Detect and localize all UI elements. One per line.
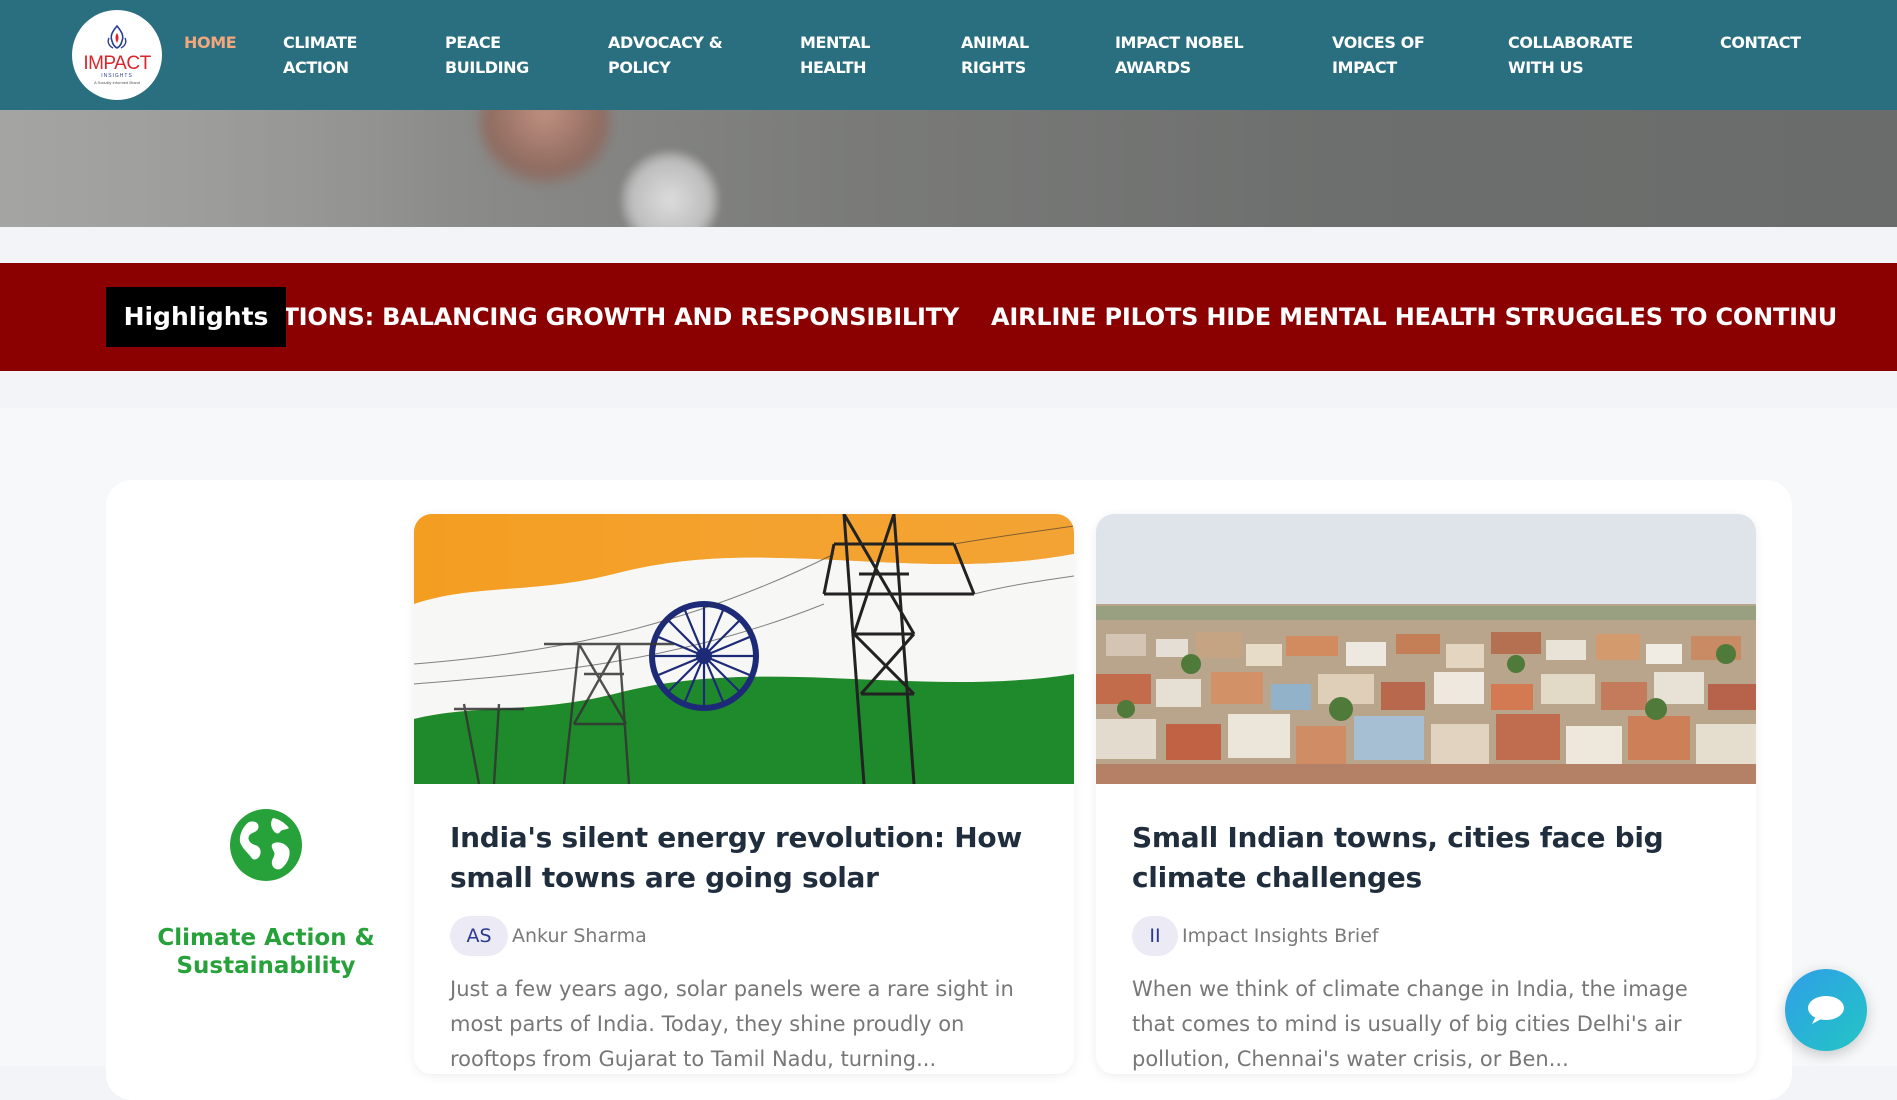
- nav-voices-of-impact[interactable]: VOICES OF IMPACT: [1332, 30, 1425, 80]
- article-image: [414, 514, 1074, 784]
- nav-peace-building[interactable]: PEACE BUILDING: [445, 30, 529, 80]
- nav-home[interactable]: HOME: [184, 30, 237, 55]
- ticker-item[interactable]: ATIONS: BALANCING GROWTH AND RESPONSIBIL…: [266, 263, 959, 371]
- article-card[interactable]: Small Indian towns, cities face big clim…: [1096, 514, 1756, 1074]
- hero-image: [0, 110, 1897, 227]
- article-title[interactable]: India's silent energy revolution: How sm…: [450, 818, 1038, 898]
- article-card[interactable]: India's silent energy revolution: How sm…: [414, 514, 1074, 1074]
- hero-shade: [0, 110, 450, 227]
- article-author: II Impact Insights Brief: [1132, 916, 1720, 956]
- highlights-ticker: Highlights ATIONS: BALANCING GROWTH AND …: [0, 263, 1897, 371]
- logo-wordmark: IMPACT: [83, 53, 151, 74]
- site-header: IMPACT INSIGHTS A Socially Informed Bran…: [0, 0, 1897, 110]
- nav-climate-action[interactable]: CLIMATE ACTION: [283, 30, 357, 80]
- hero-bulb: [620, 150, 720, 227]
- nav-impact-nobel-awards[interactable]: IMPACT NOBEL AWARDS: [1115, 30, 1244, 80]
- ticker-item[interactable]: AIRLINE PILOTS HIDE MENTAL HEALTH STRUGG…: [991, 263, 1837, 371]
- avatar: II: [1132, 916, 1178, 956]
- chat-bubble-icon: [1808, 996, 1844, 1024]
- nav-collaborate-with-us[interactable]: COLLABORATE WITH US: [1508, 30, 1633, 80]
- article-author: AS Ankur Sharma: [450, 916, 1038, 956]
- nav-advocacy-policy[interactable]: ADVOCACY & POLICY: [608, 30, 723, 80]
- avatar: AS: [450, 916, 508, 956]
- chat-button[interactable]: [1785, 969, 1867, 1051]
- category-label: Climate Action & Sustainability: [157, 925, 375, 979]
- nav-contact[interactable]: CONTACT: [1720, 30, 1801, 55]
- india-flag-pylons-image: [414, 514, 1074, 784]
- logo-tagline: A Socially Informed Brand: [93, 80, 141, 85]
- highlights-label: Highlights: [106, 287, 286, 347]
- author-name: Impact Insights Brief: [1182, 925, 1379, 947]
- category-climate-action[interactable]: Climate Action & Sustainability: [150, 808, 382, 980]
- article-title[interactable]: Small Indian towns, cities face big clim…: [1132, 818, 1720, 898]
- globe-icon: [230, 809, 302, 881]
- nav-mental-health[interactable]: MENTAL HEALTH: [800, 30, 870, 80]
- author-name: Ankur Sharma: [512, 925, 647, 947]
- nav-animal-rights[interactable]: ANIMAL RIGHTS: [961, 30, 1029, 80]
- site-logo[interactable]: IMPACT INSIGHTS A Socially Informed Bran…: [72, 10, 162, 100]
- town-aerial-image: [1096, 514, 1756, 784]
- flame-logo-icon: [107, 24, 127, 49]
- hero-hand: [480, 110, 610, 190]
- article-excerpt: When we think of climate change in India…: [1132, 977, 1688, 1071]
- logo-subtitle: INSIGHTS: [101, 73, 133, 79]
- article-excerpt: Just a few years ago, solar panels were …: [450, 977, 1014, 1071]
- article-image: [1096, 514, 1756, 784]
